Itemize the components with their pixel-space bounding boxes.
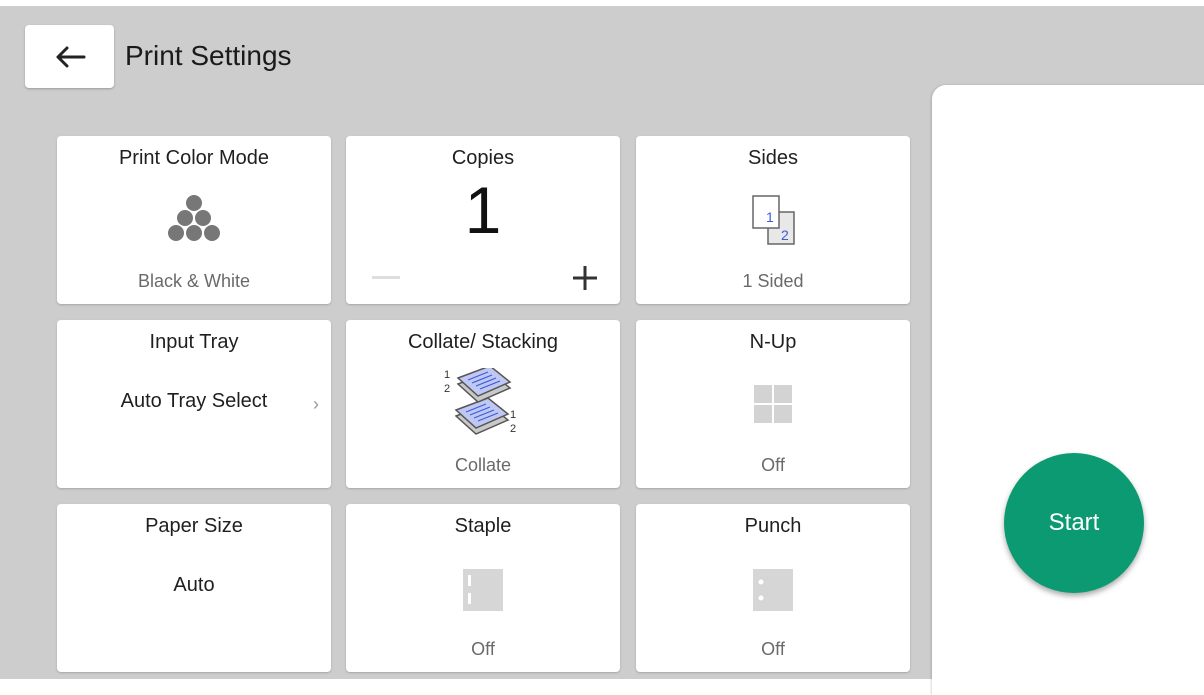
collate-stacking-value: Collate: [454, 455, 512, 475]
punch-icon: [753, 569, 793, 611]
print-settings-screen: Print Settings Print Color Mode Black & …: [0, 0, 1204, 695]
sides-value: 1 Sided: [742, 271, 804, 291]
color-dots-icon: [168, 195, 220, 241]
increment-button[interactable]: [570, 263, 600, 293]
staple-tile[interactable]: Staple Off: [346, 504, 620, 672]
grid-four-icon: [754, 385, 792, 423]
staple-value: Off: [471, 639, 495, 659]
punch-tile[interactable]: Punch Off: [636, 504, 910, 672]
n-up-title: N-Up: [749, 331, 797, 353]
punch-title: Punch: [744, 515, 802, 537]
collate-stacking-tile[interactable]: Collate/ Stacking 1 2 1 2 Collate: [346, 320, 620, 488]
sides-icon-front-digit: 1: [766, 209, 774, 225]
collate-stacking-title: Collate/ Stacking: [407, 331, 559, 353]
n-up-value: Off: [761, 455, 785, 475]
back-arrow-icon: [56, 46, 85, 67]
collate-icon-top-second-digit: 2: [444, 383, 450, 395]
collate-icon-top-first-digit: 1: [444, 369, 450, 381]
duplex-pages-icon: 1 2: [752, 195, 795, 245]
back-button[interactable]: [25, 25, 114, 88]
print-color-mode-title: Print Color Mode: [118, 147, 270, 169]
staple-title: Staple: [454, 515, 512, 537]
collate-icon-bottom-second-digit: 2: [510, 423, 516, 435]
n-up-tile[interactable]: N-Up Off: [636, 320, 910, 488]
paper-size-value: Auto: [173, 574, 215, 596]
page-title: Print Settings: [125, 40, 292, 71]
sides-tile[interactable]: Sides 1 2 1 Sided: [636, 136, 910, 304]
input-tray-value: Auto Tray Select: [120, 390, 268, 412]
input-tray-title: Input Tray: [149, 331, 239, 353]
copies-count: 1: [464, 173, 502, 247]
start-button[interactable]: Start: [1004, 453, 1144, 593]
staple-icon: [463, 569, 503, 611]
chevron-right-icon: ›: [313, 394, 319, 414]
copies-title: Copies: [451, 147, 515, 169]
sides-title: Sides: [747, 147, 799, 169]
top-edge: [0, 0, 1204, 6]
collate-pages-icon: 1 2 1 2: [444, 368, 516, 435]
punch-value: Off: [761, 639, 785, 659]
input-tray-tile[interactable]: Input Tray Auto Tray Select ›: [57, 320, 331, 488]
sides-icon-back-digit: 2: [781, 227, 789, 243]
collate-icon-bottom-first-digit: 1: [510, 409, 516, 421]
print-color-mode-tile[interactable]: Print Color Mode Black & White: [57, 136, 331, 304]
print-color-mode-value: Black & White: [137, 271, 251, 291]
preview-panel: [932, 85, 1204, 695]
copies-tile: Copies 1: [346, 136, 620, 304]
paper-size-tile[interactable]: Paper Size Auto: [57, 504, 331, 672]
decrement-button[interactable]: [372, 276, 400, 279]
paper-size-title: Paper Size: [145, 515, 243, 537]
